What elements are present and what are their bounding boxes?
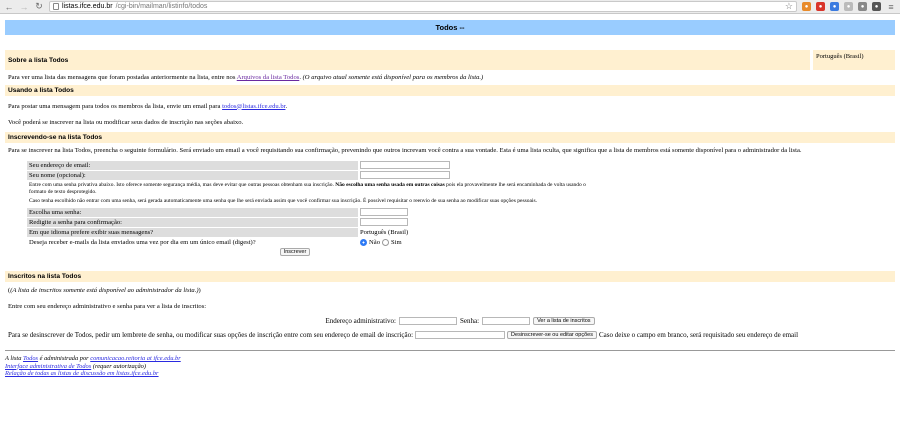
archive-note: (O arquivo atual somente está disponível… xyxy=(302,74,484,81)
auto-password-note: Caso tenha escolhido não entrar com uma … xyxy=(29,198,537,204)
language-label: Português (Brasil) xyxy=(813,50,895,70)
admin-password-field[interactable] xyxy=(482,317,531,325)
unsubscribe-email-field[interactable] xyxy=(415,331,506,339)
name-label: Seu nome (opcional): xyxy=(27,170,358,180)
language-row: Em que idioma prefere exibir suas mensag… xyxy=(27,227,603,237)
archive-link[interactable]: Arquivos da lista Todos xyxy=(237,74,300,81)
email-field[interactable] xyxy=(360,161,450,169)
digest-no-radio[interactable] xyxy=(360,238,367,246)
admin-line-middle: é administrada por xyxy=(38,355,91,362)
subscribe-button[interactable]: Inscrever xyxy=(279,248,311,256)
list-link[interactable]: Todos xyxy=(23,355,38,362)
unsubscribe-row: Para se desinscrever de Todos, pedir um … xyxy=(5,331,895,339)
digest-yes-radio[interactable] xyxy=(382,238,389,246)
admin-email-link[interactable]: comunicacao.reitoria at ifce.edu.br xyxy=(90,355,180,362)
post-text-end: . xyxy=(285,102,288,110)
admin-interface-line: Interface administrativa de Todos (reque… xyxy=(5,363,895,371)
view-members-button[interactable]: Ver a lista de inscritos xyxy=(533,317,595,325)
extension-doc-icon[interactable]: ● xyxy=(858,2,867,11)
password-row: Escolha uma senha: xyxy=(27,207,603,217)
digest-question: Deseja receber e-mails da lista enviados… xyxy=(29,238,256,246)
name-row: Seu nome (opcional): xyxy=(27,170,603,180)
digest-no-label: Não xyxy=(369,238,380,246)
confirm-row: Redigite a senha para confirmação: xyxy=(27,217,603,227)
admin-address-label: Endereço administrativo: xyxy=(325,317,396,325)
extension-dark-icon[interactable]: ● xyxy=(872,2,881,11)
admin-login-row: Endereço administrativo: Senha: Ver a li… xyxy=(5,317,895,325)
page-icon xyxy=(53,3,59,10)
menu-icon[interactable]: ≡ xyxy=(886,2,896,12)
url-path: /cgi-bin/mailman/listinfo/todos xyxy=(115,3,208,10)
page-body: Todos -- Sobre a lista Todos Português (… xyxy=(0,14,900,378)
post-text: Para postar uma mensagem para todos os m… xyxy=(8,102,223,110)
forward-arrow-icon[interactable]: → xyxy=(19,2,29,12)
page-title: Todos -- xyxy=(435,23,465,32)
privacy-note-text: Entre com uma senha privativa abaixo. Is… xyxy=(29,182,336,188)
extension-blue-icon[interactable]: ● xyxy=(830,2,839,11)
overview-link[interactable]: Relação de todas as listas de discussão … xyxy=(5,370,159,377)
unsubscribe-button[interactable]: Desinscrever-se ou editar opções xyxy=(507,331,597,339)
name-field[interactable] xyxy=(360,171,450,179)
address-bar[interactable]: listas.ifce.edu.br/cgi-bin/mailman/listi… xyxy=(49,1,797,12)
language-question: Em que idioma prefere exibir suas mensag… xyxy=(27,227,358,237)
url-host: listas.ifce.edu.br xyxy=(62,3,113,10)
members-note-text: (A lista de inscritos somente está dispo… xyxy=(10,287,199,294)
admin-password-label: Senha: xyxy=(460,317,480,325)
password-privacy-note: Entre com uma senha privativa abaixo. Is… xyxy=(27,180,603,198)
extension-grey-icon[interactable]: ● xyxy=(844,2,853,11)
subscribe-form: Seu endereço de email: Seu nome (opciona… xyxy=(27,160,603,256)
about-heading: Sobre a lista Todos xyxy=(5,50,810,70)
confirm-password-field[interactable] xyxy=(360,218,408,226)
password-field[interactable] xyxy=(360,208,408,216)
language-select[interactable]: Português (Brasil) xyxy=(360,229,408,236)
digest-yes-label: Sim xyxy=(391,238,402,246)
post-paragraph: Para postar uma mensagem para todos os m… xyxy=(5,103,895,112)
post-email-link[interactable]: todos@listas.ifce.edu.br xyxy=(222,103,285,110)
overview-line: Relação de todas as listas de discussão … xyxy=(5,370,895,378)
back-arrow-icon[interactable]: ← xyxy=(4,2,14,12)
admin-prompt: Entre com seu endereço administrativo e … xyxy=(8,302,207,310)
email-label: Seu endereço de email: xyxy=(27,160,358,170)
digest-row: Deseja receber e-mails da lista enviados… xyxy=(27,237,603,247)
browser-toolbar: ← → ↻ listas.ifce.edu.br/cgi-bin/mailman… xyxy=(0,0,900,14)
list-title-banner: Todos -- xyxy=(5,20,895,35)
subscribe-intro: Para se inscrever na lista Todos, preenc… xyxy=(8,146,802,154)
unsubscribe-text: Para se desinscrever de Todos, pedir um … xyxy=(8,331,414,339)
privacy-note-warning: Não escolha uma senha usada em outras co… xyxy=(335,182,445,188)
admin-address-field[interactable] xyxy=(399,317,457,325)
email-row: Seu endereço de email: xyxy=(27,160,603,170)
unsubscribe-hint: Caso deixe o campo em branco, será requi… xyxy=(598,331,799,339)
extension-rss-icon[interactable]: ● xyxy=(802,2,811,11)
using-heading: Usando a lista Todos xyxy=(5,84,895,96)
confirm-password-label: Redigite a senha para confirmação: xyxy=(27,217,358,227)
admin-interface-link[interactable]: Interface administrativa de Todos xyxy=(5,363,91,370)
extension-red-icon[interactable]: ● xyxy=(816,2,825,11)
archive-paragraph: Para ver uma lista das mensagens que for… xyxy=(5,74,895,83)
subscribe-info: Você poderá se inscrever na lista ou mod… xyxy=(8,119,244,126)
password-label: Escolha uma senha: xyxy=(27,207,358,217)
members-heading: Inscritos na lista Todos xyxy=(5,271,895,282)
about-section-header: Sobre a lista Todos Português (Brasil) xyxy=(5,50,895,70)
subscribe-heading: Inscrevendo-se na lista Todos xyxy=(5,131,895,143)
auth-note: (requer autorização) xyxy=(91,362,147,370)
admin-line: A lista Todos é administrada por comunic… xyxy=(5,355,895,363)
archive-text: Para ver uma lista das mensagens que for… xyxy=(8,74,237,81)
reload-icon[interactable]: ↻ xyxy=(34,1,44,12)
bookmark-star-icon[interactable]: ☆ xyxy=(785,1,793,12)
footer: A lista Todos é administrada por comunic… xyxy=(5,355,895,378)
admin-line-prefix: A lista xyxy=(5,355,23,362)
members-note: ((A lista de inscritos somente está disp… xyxy=(8,287,201,294)
footer-divider xyxy=(5,350,895,351)
